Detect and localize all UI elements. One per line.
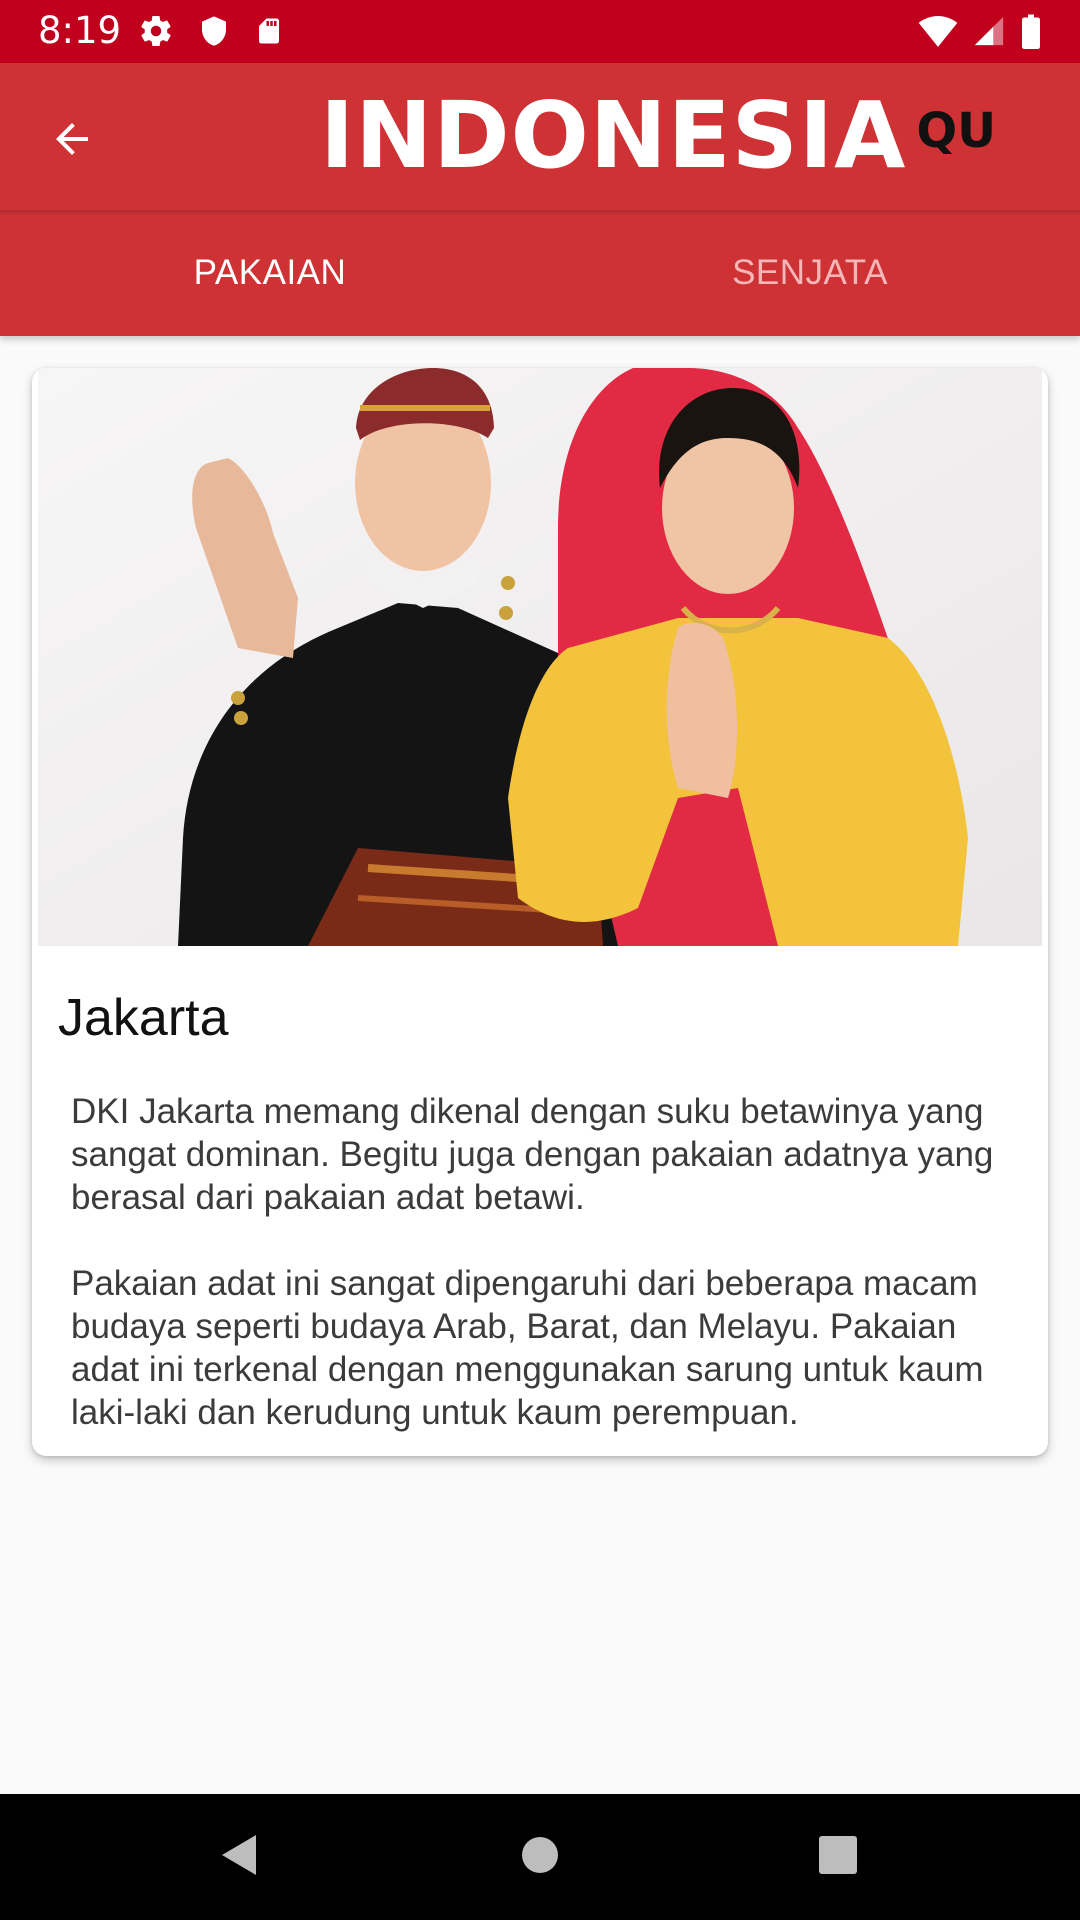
logo-sub-text: QU	[916, 103, 997, 159]
tab-pakaian[interactable]: PAKAIAN	[0, 210, 540, 336]
status-icons-right	[918, 13, 1042, 54]
sd-card-icon	[254, 13, 284, 54]
traditional-clothing-photo	[38, 368, 1042, 946]
wifi-icon	[918, 14, 958, 53]
circle-home-icon	[520, 1835, 560, 1880]
status-icons-left	[138, 13, 284, 54]
nav-home-button[interactable]	[480, 1794, 600, 1920]
back-button[interactable]	[30, 99, 114, 183]
nav-back-button[interactable]	[178, 1794, 298, 1920]
nav-recents-button[interactable]	[778, 1794, 898, 1920]
arrow-back-icon	[48, 115, 96, 168]
navigation-bar	[0, 1794, 1080, 1920]
content-card: Jakarta DKI Jakarta memang dikenal denga…	[32, 368, 1048, 1456]
app-bar: INDONESIA QU	[0, 63, 1080, 210]
tab-bar: PAKAIAN SENJATA	[0, 210, 1080, 336]
signal-icon	[972, 14, 1006, 53]
triangle-back-icon	[216, 1831, 260, 1884]
settings-icon	[138, 13, 174, 54]
app-logo: INDONESIA QU	[320, 82, 997, 189]
status-bar: 8:19	[0, 0, 1080, 63]
status-time: 8:19	[38, 9, 122, 52]
logo-main-text: INDONESIA	[320, 82, 907, 189]
shield-icon	[198, 13, 230, 54]
battery-icon	[1020, 13, 1042, 54]
card-description: DKI Jakarta memang dikenal dengan suku b…	[71, 1092, 994, 1432]
tab-senjata[interactable]: SENJATA	[540, 210, 1080, 336]
card-title: Jakarta	[58, 989, 229, 1047]
square-recents-icon	[818, 1835, 858, 1880]
